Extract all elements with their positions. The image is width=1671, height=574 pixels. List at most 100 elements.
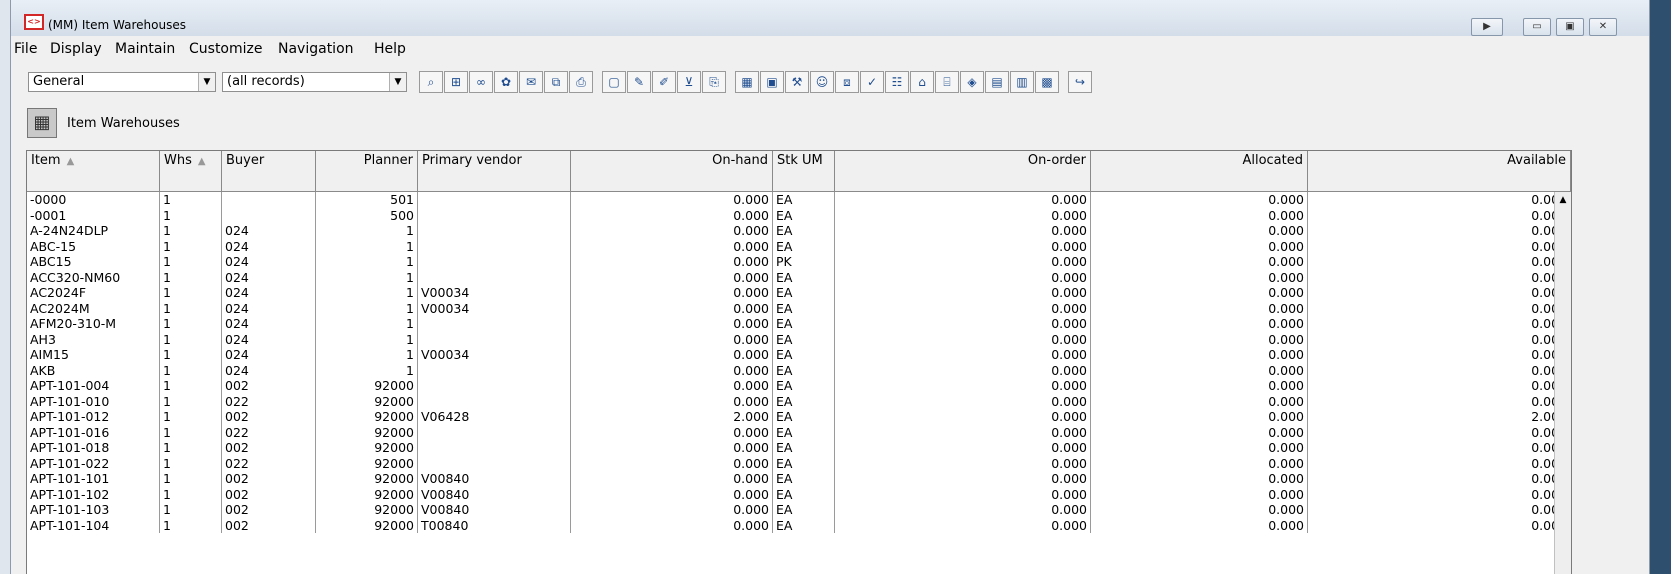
table-cell[interactable]: AC2024F [27, 285, 160, 301]
table-cell[interactable]: EA [773, 238, 835, 254]
table-cell[interactable]: 0.000 [571, 378, 773, 394]
menu-customize[interactable]: Customize [189, 41, 263, 57]
table-cell[interactable]: 1 [160, 424, 222, 440]
scroll-up-icon[interactable]: ▲ [1555, 192, 1571, 208]
table-cell[interactable]: 0.000 [1308, 316, 1571, 332]
table-cell[interactable]: EA [773, 424, 835, 440]
table-cell[interactable]: 0.000 [1091, 517, 1308, 533]
table-cell[interactable]: 501 [316, 192, 418, 208]
table-cell[interactable]: 1 [160, 378, 222, 394]
table-row[interactable]: ABC-15 1 024 1 0.000 EA 0.000 0.000 0.000 [27, 238, 1571, 254]
table-cell[interactable]: 024 [222, 269, 316, 285]
table-cell[interactable]: 0.000 [835, 331, 1091, 347]
table-cell[interactable]: 0.000 [1308, 254, 1571, 270]
table-cell[interactable]: 0.000 [1091, 238, 1308, 254]
table-cell[interactable]: 1 [160, 502, 222, 518]
table-cell[interactable]: 1 [160, 300, 222, 316]
table-cell[interactable]: 1 [160, 331, 222, 347]
table-cell[interactable] [418, 254, 571, 270]
table-row[interactable]: APT-101-102 1 002 92000 V00840 0.000 EA 0.000 0.… [27, 486, 1571, 502]
table-row[interactable]: A-24N24DLP 1 024 1 0.000 EA 0.000 0.000 0.000 [27, 223, 1571, 239]
table-cell[interactable]: EA [773, 517, 835, 533]
table-cell[interactable]: 1 [160, 409, 222, 425]
table-cell[interactable]: AH3 [27, 331, 160, 347]
table-cell[interactable]: 024 [222, 254, 316, 270]
table-cell[interactable]: 0.000 [835, 223, 1091, 239]
calendar-icon[interactable]: ▤ [985, 71, 1009, 93]
table-cell[interactable]: 0.000 [1308, 347, 1571, 363]
table-cell[interactable]: 0.000 [1308, 471, 1571, 487]
table-cell[interactable]: 92000 [316, 424, 418, 440]
table-cell[interactable]: 0.000 [1091, 285, 1308, 301]
table-cell[interactable]: APT-101-004 [27, 378, 160, 394]
table-icon[interactable]: ▩ [1035, 71, 1059, 93]
table-cell[interactable]: 0.000 [1091, 331, 1308, 347]
table-cell[interactable]: ABC-15 [27, 238, 160, 254]
new-icon[interactable]: ▢ [602, 71, 626, 93]
table-cell[interactable]: EA [773, 440, 835, 456]
table-cell[interactable]: EA [773, 347, 835, 363]
table-cell[interactable] [418, 440, 571, 456]
table-cell[interactable] [418, 455, 571, 471]
table-cell[interactable]: 024 [222, 285, 316, 301]
table-cell[interactable]: EA [773, 502, 835, 518]
table-cell[interactable]: 0.000 [571, 331, 773, 347]
table-cell[interactable]: 002 [222, 517, 316, 533]
table-cell[interactable]: AIM15 [27, 347, 160, 363]
table-cell[interactable]: 002 [222, 471, 316, 487]
table-row[interactable]: AC2024F 1 024 1 V00034 0.000 EA 0.000 0.000 0.000 [27, 285, 1571, 301]
table-cell[interactable] [418, 269, 571, 285]
table-cell[interactable] [418, 378, 571, 394]
table-cell[interactable]: 0.000 [835, 455, 1091, 471]
clipboard-icon[interactable]: ⎘ [702, 71, 726, 93]
table-cell[interactable]: 0.000 [1308, 300, 1571, 316]
table-cell[interactable]: 0.000 [835, 254, 1091, 270]
table-cell[interactable]: 0.000 [1308, 331, 1571, 347]
table-cell[interactable]: 1 [160, 223, 222, 239]
maximize-button[interactable]: ▣ [1556, 18, 1584, 36]
table-cell[interactable]: 0.000 [571, 347, 773, 363]
table-cell[interactable]: 0.000 [571, 223, 773, 239]
table-cell[interactable]: 0.000 [835, 502, 1091, 518]
table-cell[interactable]: 0.000 [1308, 486, 1571, 502]
table-cell[interactable]: 0.000 [1091, 223, 1308, 239]
table-cell[interactable]: 92000 [316, 393, 418, 409]
table-cell[interactable]: 0.000 [1308, 207, 1571, 223]
table-cell[interactable]: APT-101-103 [27, 502, 160, 518]
table-cell[interactable]: 0.000 [1091, 254, 1308, 270]
table-row[interactable]: -0000 1 501 0.000 EA 0.000 0.000 0.000 [27, 192, 1571, 208]
table-cell[interactable]: 1 [160, 393, 222, 409]
table-cell[interactable]: AC2024M [27, 300, 160, 316]
table-cell[interactable]: 0.000 [1091, 393, 1308, 409]
table-cell[interactable] [418, 223, 571, 239]
table-cell[interactable]: APT-101-102 [27, 486, 160, 502]
binoculars-icon[interactable]: ⌕ [419, 71, 443, 93]
table-cell[interactable]: 0.000 [835, 269, 1091, 285]
table-cell[interactable]: 024 [222, 331, 316, 347]
sort-icon[interactable]: ▲ [67, 156, 75, 167]
table-cell[interactable]: V00034 [418, 300, 571, 316]
table-cell[interactable]: 0.000 [571, 285, 773, 301]
minimize-button[interactable]: ▭ [1523, 18, 1551, 36]
table-cell[interactable] [418, 393, 571, 409]
table-cell[interactable]: EA [773, 207, 835, 223]
table-cell[interactable]: APT-101-012 [27, 409, 160, 425]
table-cell[interactable]: 1 [316, 300, 418, 316]
exit-icon[interactable]: ↪ [1068, 71, 1092, 93]
table-cell[interactable]: 0.000 [835, 285, 1091, 301]
column-header-allocated[interactable]: Allocated [1091, 151, 1308, 191]
table-cell[interactable]: 92000 [316, 455, 418, 471]
table-row[interactable]: APT-101-018 1 002 92000 0.000 EA 0.000 0.000 0.0… [27, 440, 1571, 456]
column-header-primary-vendor[interactable]: Primary vendor [418, 151, 571, 191]
table-cell[interactable]: 0.000 [1308, 393, 1571, 409]
table-row[interactable]: AC2024M 1 024 1 V00034 0.000 EA 0.000 0.000 0.000 [27, 300, 1571, 316]
table-cell[interactable]: APT-101-101 [27, 471, 160, 487]
table-cell[interactable]: 024 [222, 347, 316, 363]
table-cell[interactable]: V00840 [418, 502, 571, 518]
table-cell[interactable]: 0.000 [571, 238, 773, 254]
table-cell[interactable] [418, 207, 571, 223]
table-cell[interactable]: 0.000 [1308, 362, 1571, 378]
table-row[interactable]: APT-101-101 1 002 92000 V00840 0.000 EA 0.000 0.… [27, 471, 1571, 487]
table-cell[interactable]: 0.000 [835, 347, 1091, 363]
menu-navigation[interactable]: Navigation [278, 41, 354, 57]
